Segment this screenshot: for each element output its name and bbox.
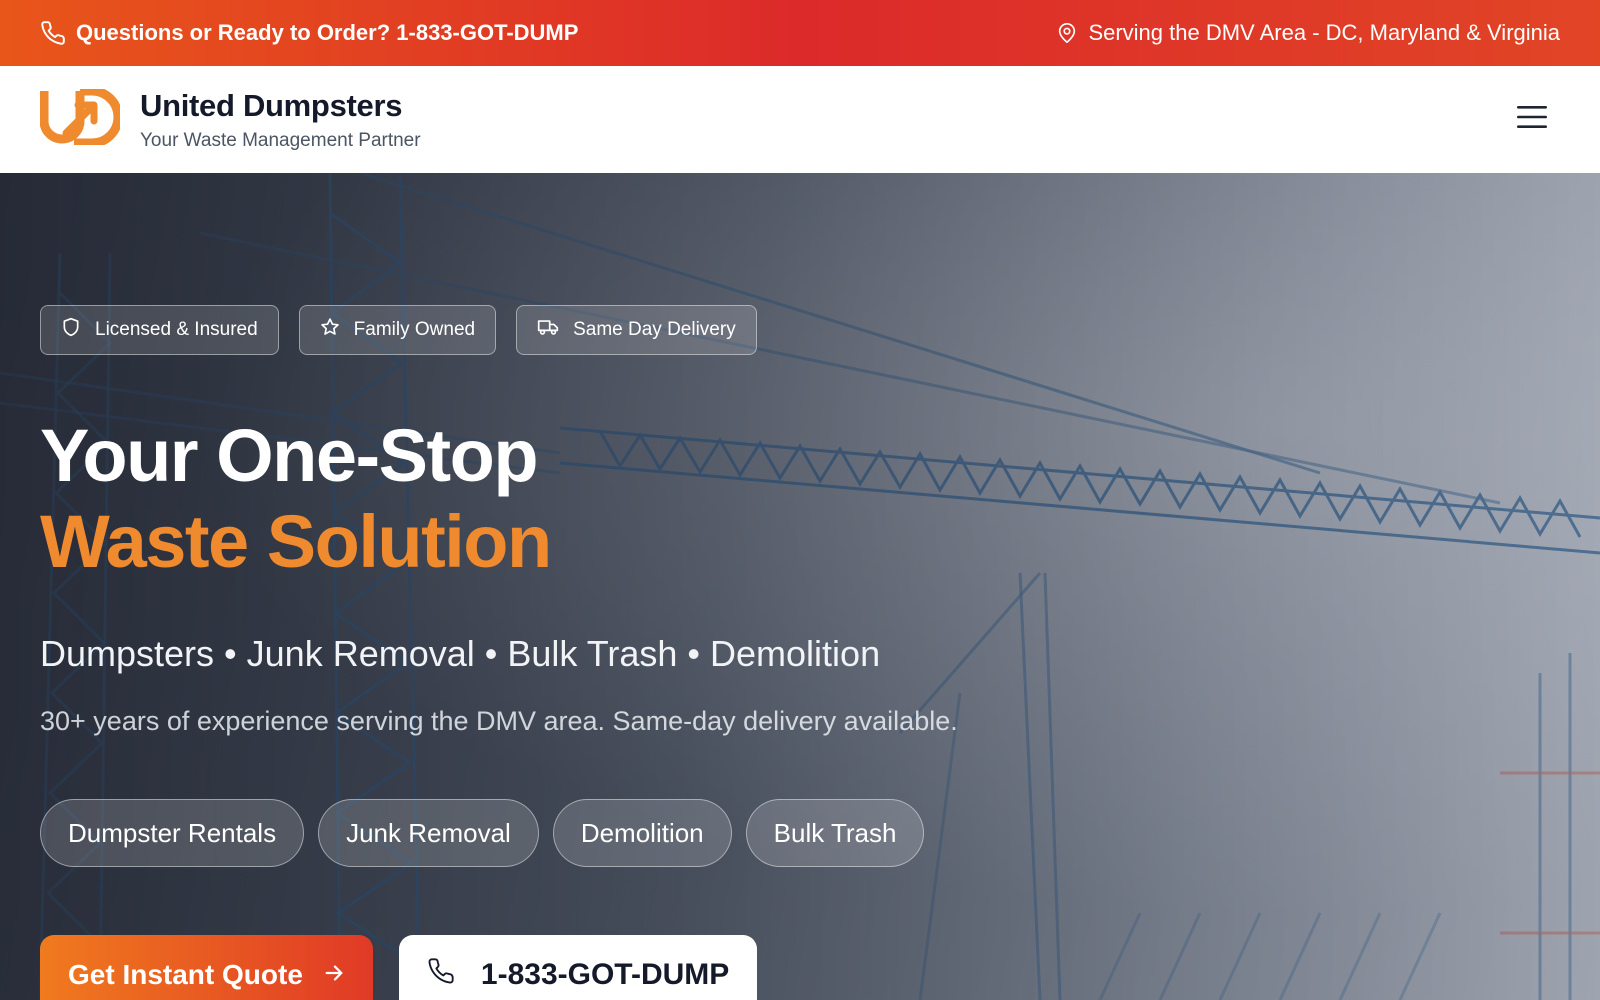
headline-line-2: Waste Solution (40, 500, 552, 583)
services-summary: Dumpsters • Junk Removal • Bulk Trash • … (40, 633, 881, 674)
badge-label: Same Day Delivery (573, 319, 736, 340)
hamburger-menu-icon (1515, 103, 1549, 136)
brand-name: United Dumpsters (140, 87, 403, 123)
badge-same-day: Same Day Delivery (516, 305, 757, 355)
ud-logo-icon (39, 86, 123, 150)
service-area-text: Serving the DMV Area - DC, Maryland & Vi… (1088, 20, 1560, 45)
get-instant-quote-button[interactable]: Get Instant Quote (40, 935, 373, 1000)
badge-licensed: Licensed & Insured (40, 305, 279, 355)
service-area: Serving the DMV Area - DC, Maryland & Vi… (1056, 20, 1560, 46)
phone-icon (40, 20, 66, 46)
brand-tagline: Your Waste Management Partner (140, 129, 421, 151)
shield-icon (61, 317, 81, 343)
map-pin-icon (1056, 22, 1078, 44)
experience-text: 30+ years of experience serving the DMV … (40, 706, 958, 736)
hero-overlay (0, 173, 1600, 1000)
announcement-bar: Questions or Ready to Order? 1-833-GOT-D… (0, 0, 1600, 66)
service-pills: Dumpster Rentals Junk Removal Demolition… (40, 799, 925, 867)
arrow-right-icon (323, 959, 345, 991)
menu-button[interactable] (1504, 92, 1560, 148)
badge-label: Family Owned (353, 319, 476, 340)
phone-cta-link[interactable]: Questions or Ready to Order? 1-833-GOT-D… (40, 20, 578, 46)
brand-home-link[interactable]: United Dumpsters Your Waste Management P… (39, 86, 421, 152)
hero-headline: Your One-Stop Waste Solution (40, 413, 552, 585)
site-header: United Dumpsters Your Waste Management P… (0, 66, 1600, 173)
cta-label: 1-833-GOT-DUMP (480, 958, 730, 991)
star-icon (320, 317, 340, 343)
truck-icon (537, 317, 559, 343)
call-phone-button[interactable]: 1-833-GOT-DUMP (398, 935, 758, 1000)
phone-icon (427, 957, 455, 993)
phone-cta-text: Questions or Ready to Order? 1-833-GOT-D… (76, 20, 579, 45)
badge-label: Licensed & Insured (95, 319, 258, 340)
cta-label: Get Instant Quote (68, 959, 303, 990)
pill-bulk-trash[interactable]: Bulk Trash (745, 799, 925, 867)
pill-dumpster-rentals[interactable]: Dumpster Rentals (40, 799, 305, 867)
hero-section: Licensed & Insured Family Owned Same Day… (0, 173, 1600, 1000)
hero-cta-group: Get Instant Quote 1-833-GOT-DUMP (40, 935, 758, 1000)
pill-demolition[interactable]: Demolition (552, 799, 732, 867)
headline-line-1: Your One-Stop (40, 414, 539, 497)
pill-junk-removal[interactable]: Junk Removal (318, 799, 539, 867)
trust-badges: Licensed & Insured Family Owned Same Day… (40, 305, 757, 355)
badge-family-owned: Family Owned (298, 305, 497, 355)
